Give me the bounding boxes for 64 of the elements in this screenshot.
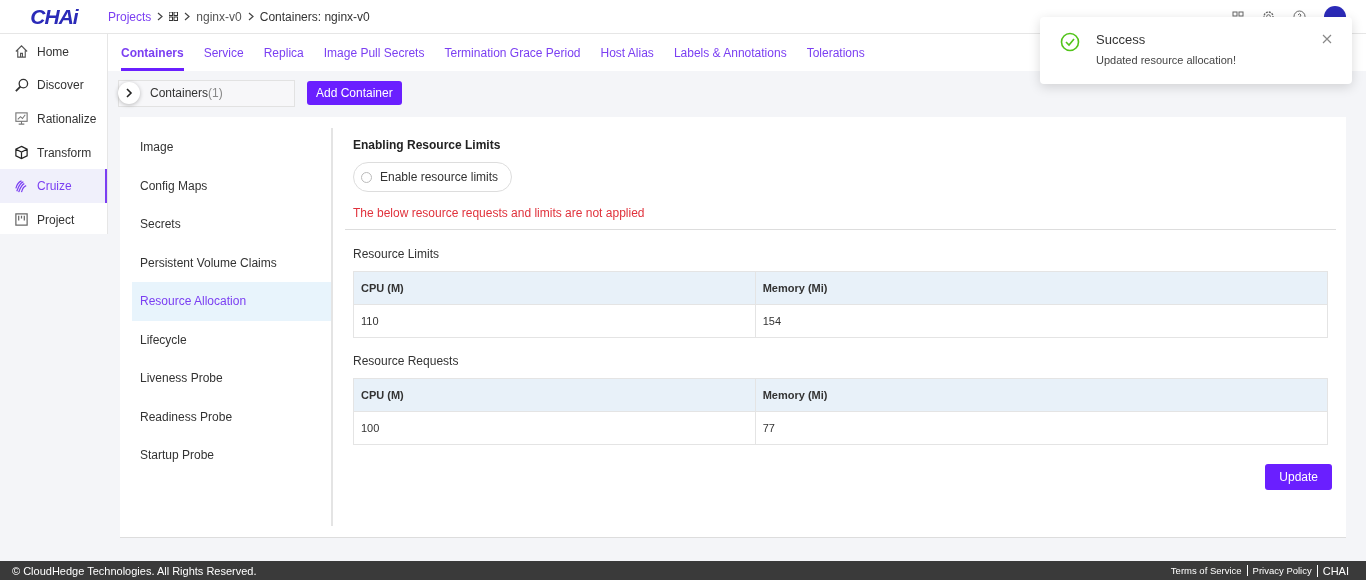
chevron-icon bbox=[157, 12, 164, 21]
footer-brand: CHAI bbox=[1316, 564, 1354, 577]
update-button[interactable]: Update bbox=[1265, 464, 1332, 490]
breadcrumb: Containers: nginx-v0 bbox=[259, 9, 370, 24]
magnifier-icon bbox=[14, 77, 29, 93]
toast-message: Updated resource allocation! bbox=[1096, 54, 1237, 66]
breadcrumb: nginx-v0 bbox=[196, 9, 242, 24]
tab[interactable]: Labels & Annotations bbox=[673, 34, 787, 71]
tab[interactable]: Tolerations bbox=[806, 34, 865, 71]
cube-icon bbox=[14, 145, 29, 161]
expand-button[interactable] bbox=[118, 82, 140, 104]
section-item[interactable]: Resource Allocation bbox=[132, 282, 331, 321]
section-item[interactable]: Persistent Volume Claims bbox=[132, 243, 331, 282]
footer-link[interactable]: Terms of Service bbox=[1165, 565, 1247, 576]
close-button[interactable] bbox=[1322, 32, 1332, 44]
section-item[interactable]: Readiness Probe bbox=[132, 397, 331, 436]
section-item[interactable]: Lifecycle bbox=[132, 320, 331, 359]
column-header: CPU (M) bbox=[353, 378, 756, 412]
tab[interactable]: Containers bbox=[121, 34, 184, 71]
table-cell: 100 bbox=[353, 411, 756, 445]
grid-icon bbox=[169, 12, 179, 21]
tab[interactable]: Termination Grace Period bbox=[444, 34, 581, 71]
warning-text: The below resource requests and limits are not applied bbox=[353, 206, 646, 220]
sidebar-item[interactable]: Project bbox=[0, 202, 107, 237]
section-item[interactable]: Secrets bbox=[132, 205, 331, 244]
tab[interactable]: Service bbox=[203, 34, 244, 71]
table-title: Resource Requests bbox=[353, 354, 460, 368]
section-heading: Enabling Resource Limits bbox=[353, 138, 502, 152]
column-header: Memory (Mi) bbox=[755, 271, 1328, 305]
chevron-icon bbox=[184, 12, 191, 21]
chart-icon bbox=[14, 111, 29, 127]
tab[interactable]: Host Alias bbox=[600, 34, 654, 71]
home-icon bbox=[14, 44, 29, 60]
copyright-text: © CloudHedge Technologies. All Rights Reserved. bbox=[12, 564, 257, 577]
column-header: CPU (M) bbox=[353, 271, 756, 305]
table-title: Resource Limits bbox=[353, 247, 441, 261]
table-cell: 110 bbox=[353, 304, 756, 338]
tab[interactable]: Image Pull Secrets bbox=[323, 34, 425, 71]
footer-link[interactable]: Privacy Policy bbox=[1246, 565, 1317, 576]
tab[interactable]: Replica bbox=[263, 34, 304, 71]
containers-label: Containers(1) bbox=[150, 86, 223, 100]
toast-title: Success bbox=[1096, 32, 1147, 47]
option-label: Enable resource limits bbox=[380, 170, 499, 184]
table-cell: 77 bbox=[755, 411, 1328, 445]
sidebar-item[interactable]: Discover bbox=[0, 68, 107, 103]
section-item[interactable]: Image bbox=[132, 128, 331, 167]
section-item[interactable]: Config Maps bbox=[132, 166, 331, 205]
sidebar-item[interactable]: Rationalize bbox=[0, 102, 107, 136]
column-header: Memory (Mi) bbox=[755, 378, 1328, 412]
check-circle-icon bbox=[1060, 32, 1080, 52]
chevron-icon bbox=[247, 12, 254, 21]
sidebar-item[interactable]: Transform bbox=[0, 135, 107, 170]
chevron-icon bbox=[125, 88, 133, 98]
board-icon bbox=[14, 212, 29, 228]
section-item[interactable]: Startup Probe bbox=[132, 436, 331, 475]
section-item[interactable]: Liveness Probe bbox=[132, 359, 331, 398]
sidebar-item[interactable]: Cruize bbox=[0, 169, 107, 203]
add-container-button[interactable]: Add Container bbox=[307, 81, 402, 105]
table-cell: 154 bbox=[755, 304, 1328, 338]
fingerprint-icon bbox=[14, 178, 29, 194]
sidebar-item[interactable]: Home bbox=[0, 35, 107, 69]
breadcrumb-link[interactable]: Projects bbox=[108, 9, 152, 24]
enable-limits-option[interactable]: Enable resource limits bbox=[353, 162, 513, 192]
logo: CHAi bbox=[29, 4, 80, 29]
